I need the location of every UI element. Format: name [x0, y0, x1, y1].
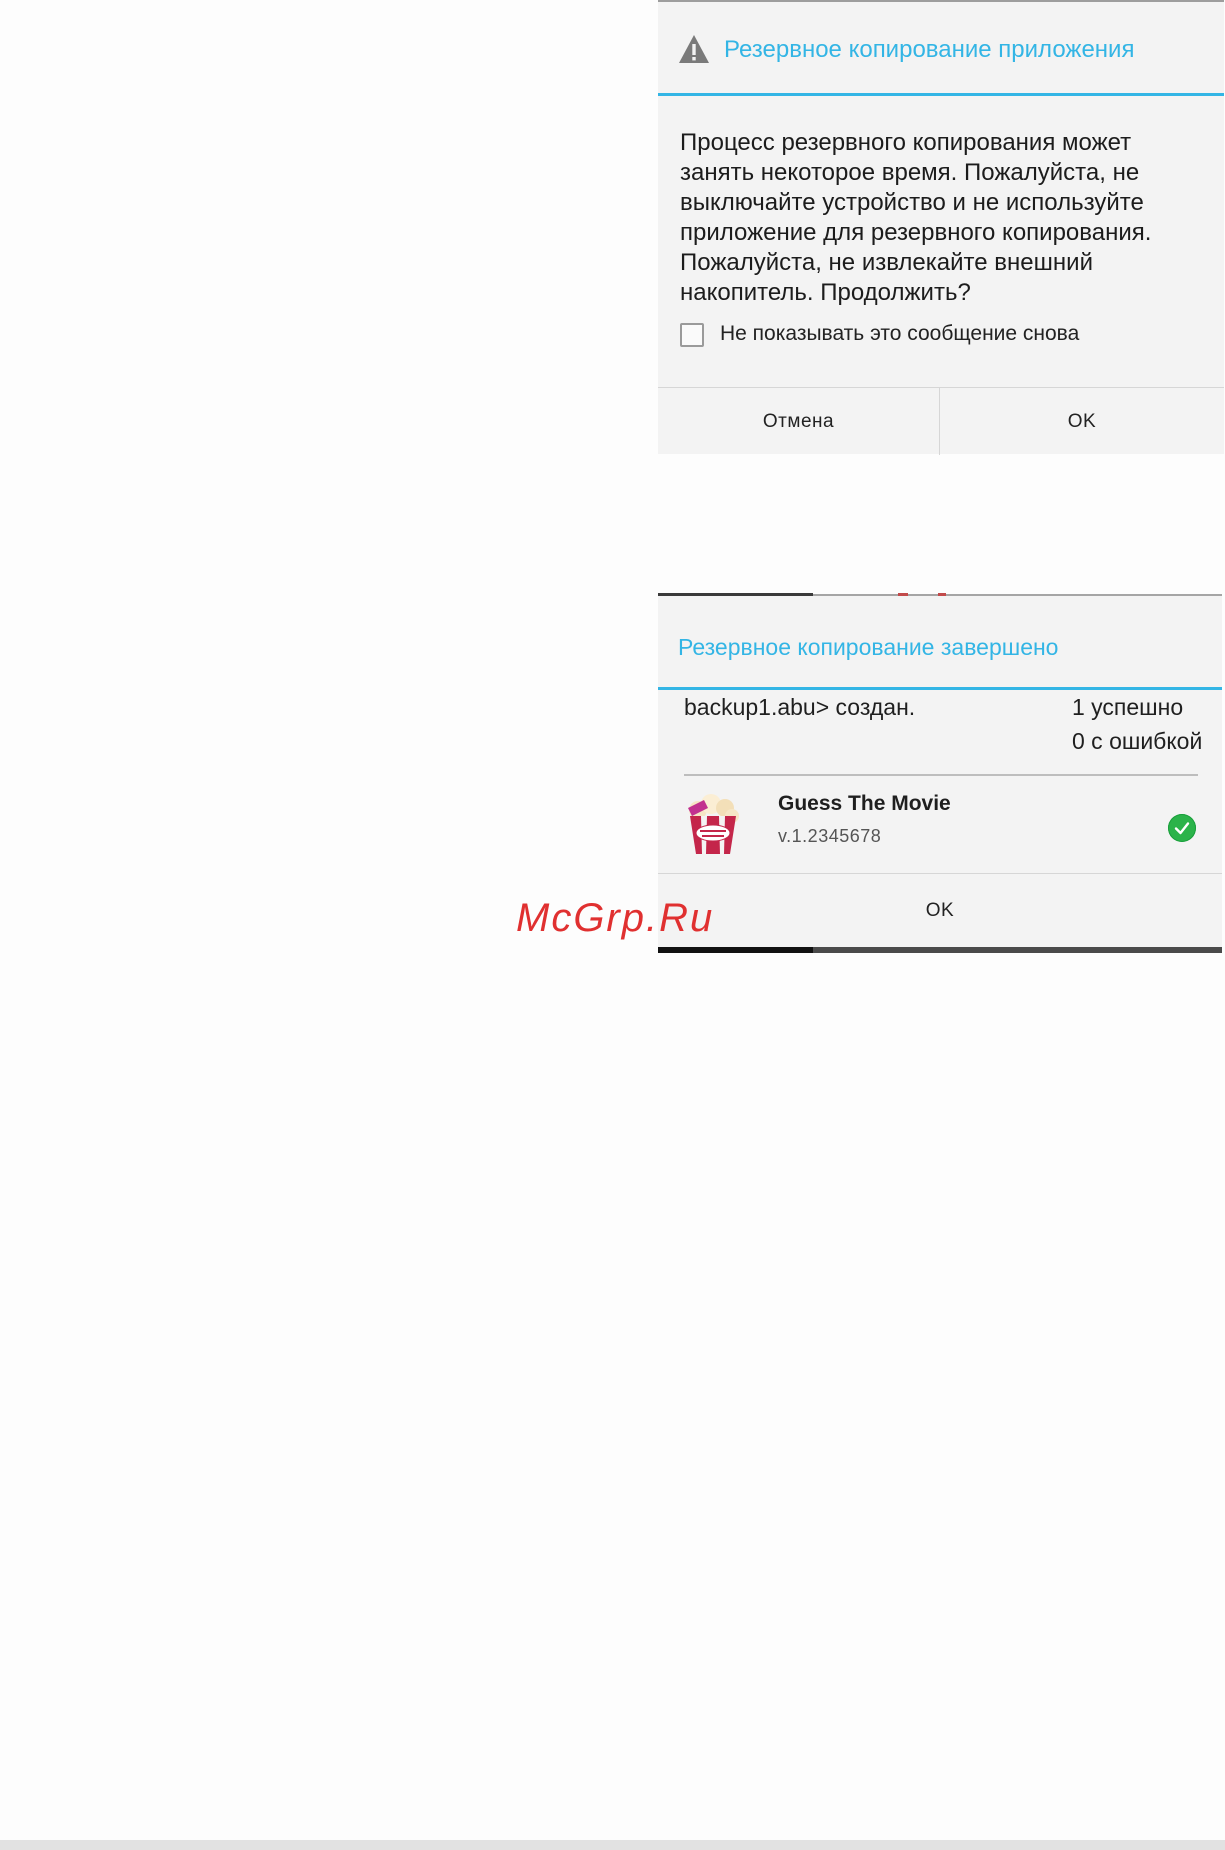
bottom-edge-segment: [658, 947, 813, 953]
dont-show-again-checkbox[interactable]: [680, 323, 704, 347]
backup-confirm-dialog: Резервное копирование приложения Процесс…: [658, 0, 1224, 455]
popcorn-app-icon: [688, 794, 739, 854]
backup-file-status: backup1.abu> создан.: [684, 694, 916, 720]
dialog-message: Процесс резервного копирования может зан…: [680, 129, 1152, 306]
warning-icon: [679, 35, 709, 63]
dialog-title-bar: Резервное копирование завершено: [658, 596, 1222, 690]
app-name: Guess The Movie: [778, 792, 951, 815]
dialog-title-bar: Резервное копирование приложения: [658, 2, 1224, 96]
app-version: v.1.2345678: [778, 826, 882, 846]
bottom-edge-bar: [658, 947, 1222, 953]
dont-show-again-label: Не показывать это сообщение снова: [720, 322, 1080, 345]
error-count: 0 с ошибкой: [1072, 728, 1203, 754]
backup-complete-dialog: Резервное копирование завершено backup1.…: [658, 593, 1222, 953]
success-check-icon: [1168, 814, 1196, 842]
divider: [684, 774, 1198, 776]
backup-summary: backup1.abu> создан. 1 успешно 0 с ошибк…: [684, 694, 1202, 772]
dialog-button-bar: OK: [658, 873, 1222, 948]
watermark: McGrp.Ru: [516, 896, 715, 940]
ok-button[interactable]: OK: [658, 874, 1222, 948]
cancel-button[interactable]: Отмена: [658, 388, 939, 455]
app-list-item: Guess The Movie v.1.2345678: [684, 786, 1202, 866]
dialog-title: Резервное копирование приложения: [724, 36, 1135, 63]
dialog-button-bar: Отмена OK: [658, 387, 1224, 455]
ok-button[interactable]: OK: [940, 388, 1224, 455]
success-count: 1 успешно: [1072, 694, 1184, 720]
dialog-title: Резервное копирование завершено: [678, 634, 1059, 660]
page-bottom-bar: [0, 1840, 1225, 1850]
